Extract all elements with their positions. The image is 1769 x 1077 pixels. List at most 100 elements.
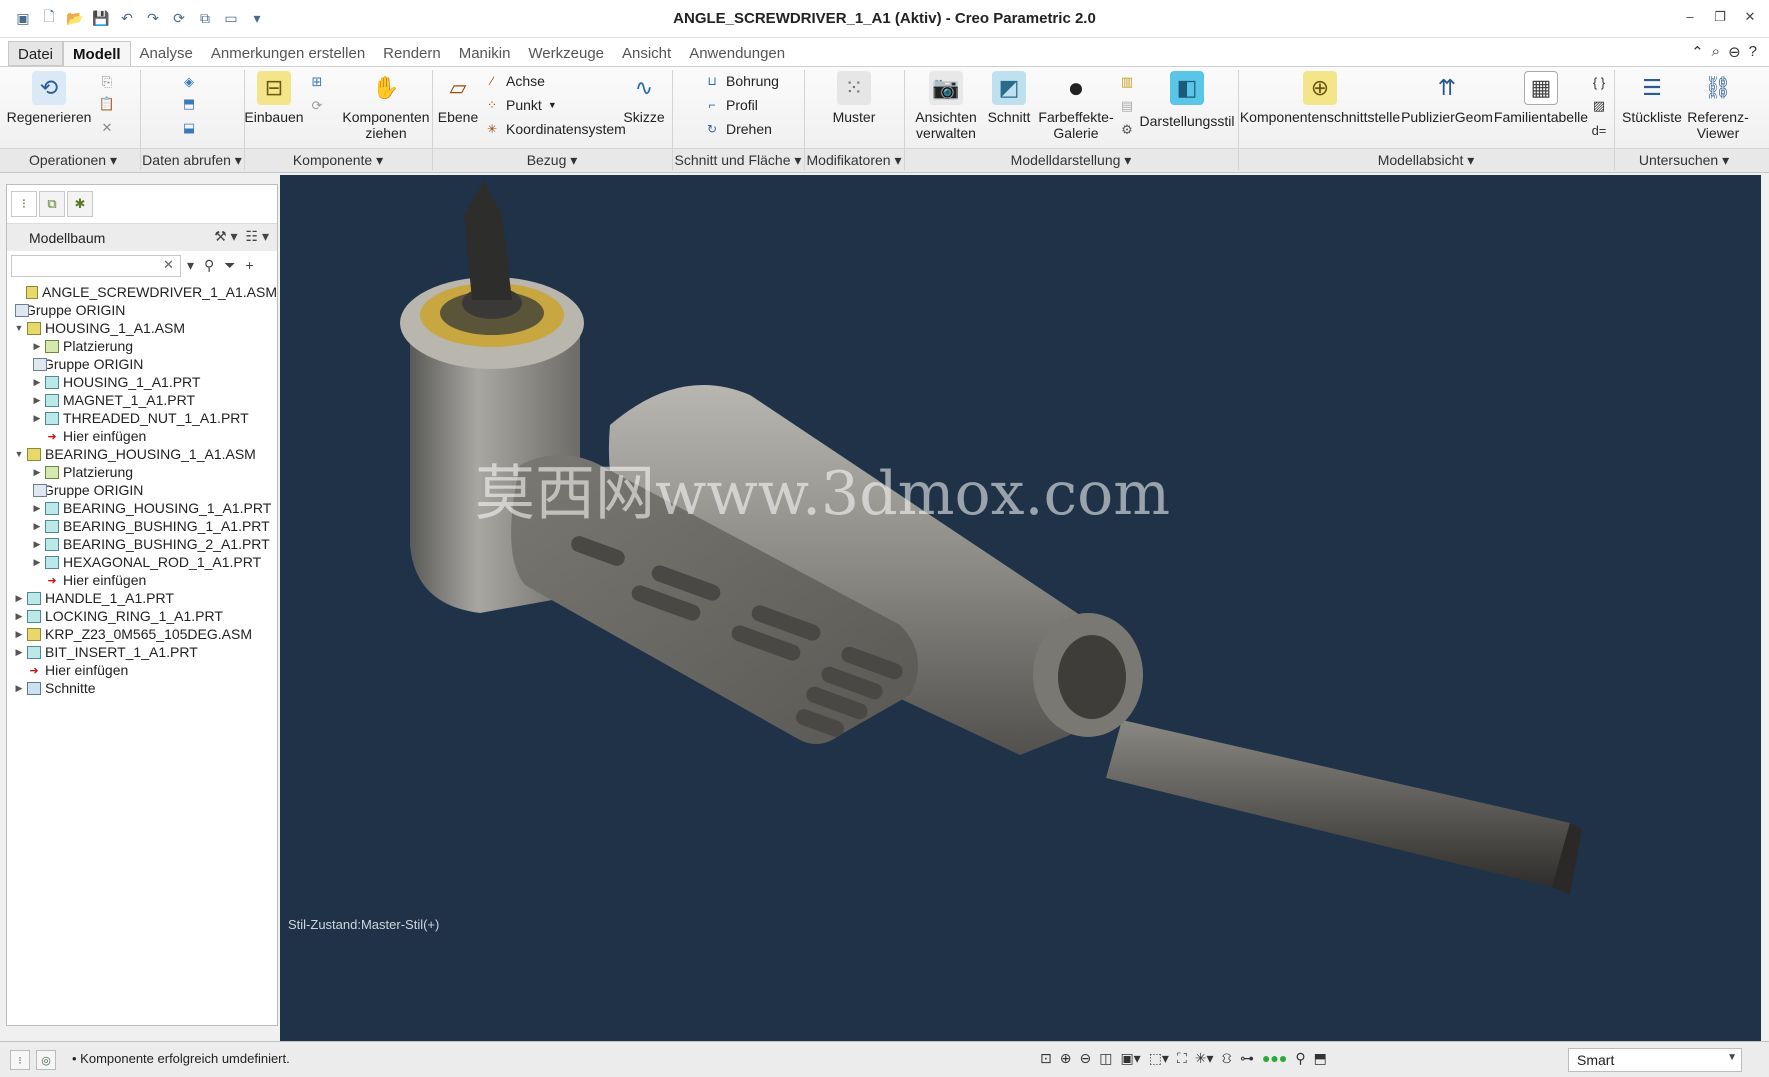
zoom-in-icon[interactable]: ⊕ [1060,1050,1072,1069]
revolve-button[interactable]: ↻ Drehen [704,121,772,137]
copy-icon[interactable]: ⎘ [98,73,116,91]
tab-manikin[interactable]: Manikin [450,41,520,66]
find-icon[interactable]: ⚲ [1295,1050,1305,1069]
expand-icon[interactable]: ▶ [13,611,25,622]
expand-icon[interactable]: ▶ [13,593,25,604]
add-icon[interactable]: + [246,257,254,274]
bill-of-materials-button[interactable]: ☰ Stückliste [1620,71,1684,126]
delete-icon[interactable]: ✕ [98,119,116,137]
tree-node[interactable]: ▼ HOUSING_1_A1.ASM [7,319,277,337]
tree-node[interactable]: ▶ THREADED_NUT_1_A1.PRT [7,409,277,427]
paste-icon[interactable]: 📋 [98,95,116,113]
collapse-ribbon-icon[interactable]: ⌃ [1691,43,1704,61]
pattern-button[interactable]: ⁙ Muster [826,71,882,125]
tree-node[interactable]: ➜ Hier einfügen [7,427,277,445]
binoculars-icon[interactable]: ⚲ [204,257,214,274]
display-3-icon[interactable]: ⚙ [1118,121,1136,139]
collapse-icon[interactable]: ▼ [13,323,25,333]
tab-ansicht[interactable]: Ansicht [613,41,680,66]
annotation-display-icon[interactable]: ⛻ [1222,1050,1232,1069]
group-untersuchen[interactable]: Untersuchen ▾ [1614,152,1754,169]
graphics-viewport[interactable]: 莫西网www.3dmox.com Stil-Zustand:Master-Sti… [280,175,1761,1041]
appearance-gallery-button[interactable]: ● Farbeffekte- Galerie [1038,71,1113,142]
point-button[interactable]: ⁘ Punkt ▼ [484,97,557,113]
tree-node[interactable]: ▶ BEARING_HOUSING_1_A1.PRT [7,499,277,517]
group-modelldarstellung[interactable]: Modelldarstellung ▾ [904,152,1238,169]
tab-rendern[interactable]: Rendern [374,41,450,66]
group-schnitt-flaeche[interactable]: Schnitt und Fläche ▾ [672,152,804,169]
axis-button[interactable]: ⁄ Achse [484,73,545,89]
expand-icon[interactable]: ▶ [31,413,43,424]
filter-icon[interactable]: ⏷ [224,257,235,274]
group-modifikatoren[interactable]: Modifikatoren ▾ [804,152,904,169]
repaint-icon[interactable]: ◫ [1099,1050,1112,1069]
saved-orientation-icon[interactable]: ⬚▾ [1149,1050,1169,1069]
display-2-icon[interactable]: ▤ [1118,97,1136,115]
tab-modell[interactable]: Modell [63,41,131,66]
component-interface-button[interactable]: ⊕ Komponentenschnittstelle [1240,71,1400,125]
tree-node[interactable]: ▶ HANDLE_1_A1.PRT [7,589,277,607]
repeat-icon[interactable]: ⟳ [308,97,326,115]
minimize-icon[interactable]: – [1681,8,1699,26]
expand-icon[interactable]: ▶ [13,629,25,640]
data-get-2-icon[interactable]: ⬒ [180,95,198,113]
tree-node[interactable]: ▶ Platzierung [7,337,277,355]
expand-icon[interactable]: ▶ [13,647,25,658]
display-style-button[interactable]: ◧ Darstellungsstil [1140,71,1234,129]
expand-icon[interactable]: ▶ [31,503,43,514]
expand-icon[interactable]: ▶ [31,557,43,568]
model-tree-tab-icon[interactable]: ⁝ [11,191,37,217]
tree-node[interactable]: ▼ BEARING_HOUSING_1_A1.ASM [7,445,277,463]
tab-anwendungen[interactable]: Anwendungen [680,41,794,66]
tab-datei[interactable]: Datei [8,41,64,66]
tree-node[interactable]: ➜ Hier einfügen [7,661,277,679]
regenerate-button[interactable]: ⟲ Regenerieren [7,71,91,125]
group-daten-abrufen[interactable]: Daten abrufen ▾ [140,152,244,169]
family-table-button[interactable]: ▦ Familientabelle [1494,71,1588,125]
tree-node[interactable]: ANGLE_SCREWDRIVER_1_A1.ASM [7,283,277,301]
tree-node[interactable]: ▶ HOUSING_1_A1.PRT [7,373,277,391]
tab-anmerkungen[interactable]: Anmerkungen erstellen [202,41,374,66]
tree-node[interactable]: ▶ KRP_Z23_0M565_105DEG.ASM [7,625,277,643]
tree-node[interactable]: ▶ HEXAGONAL_ROD_1_A1.PRT [7,553,277,571]
tree-node[interactable]: ▶ MAGNET_1_A1.PRT [7,391,277,409]
group-bezug[interactable]: Bezug ▾ [432,152,672,169]
tree-node[interactable]: ▶ BEARING_BUSHING_1_A1.PRT [7,517,277,535]
expand-icon[interactable]: ▶ [31,467,43,478]
plane-button[interactable]: ▱ Ebene [438,71,478,126]
close-icon[interactable]: ✕ [1741,8,1759,26]
expand-icon[interactable]: ▶ [31,521,43,532]
data-get-3-icon[interactable]: ⬓ [180,119,198,137]
tree-node[interactable]: ▶ Schnitte [7,679,277,697]
datum-display-icon[interactable]: ✳▾ [1195,1050,1214,1069]
collapse-icon[interactable]: ▼ [13,449,25,459]
help-icon[interactable]: ? [1749,43,1757,61]
tree-search-input[interactable] [11,255,181,277]
group-modellabsicht[interactable]: Modellabsicht ▾ [1238,152,1614,169]
tree-node[interactable]: ▶ BIT_INSERT_1_A1.PRT [7,643,277,661]
search-icon[interactable]: ⌕ [1712,43,1720,61]
display-1-icon[interactable]: ▥ [1118,73,1136,91]
expand-icon[interactable]: ▶ [31,341,43,352]
expand-icon[interactable]: ▶ [13,683,25,694]
community-icon[interactable]: ⊖ [1728,43,1741,61]
switch-dimensions-icon[interactable]: ▨ [1590,97,1608,115]
display-style-icon[interactable]: ▣▾ [1120,1050,1140,1069]
settings-icon[interactable]: ⚒ ▾ [214,228,237,245]
refit-icon[interactable]: ⊡ [1040,1050,1052,1069]
show-icon[interactable]: ☷ ▾ [246,228,269,245]
spin-center-icon[interactable]: ⊶ [1240,1050,1254,1069]
hole-button[interactable]: ⊔ Bohrung [704,73,779,89]
selection-icon[interactable]: ⬒ [1314,1050,1327,1069]
folder-browser-tab-icon[interactable]: ⧉ [39,191,65,217]
expand-icon[interactable]: ▶ [31,377,43,388]
clear-search-icon[interactable]: ✕ [163,257,174,273]
tree-node[interactable]: ▶ BEARING_BUSHING_2_A1.PRT [7,535,277,553]
drag-components-button[interactable]: ✋ Komponenten ziehen [342,71,429,142]
section-button[interactable]: ◩ Schnitt [986,71,1032,125]
tree-node[interactable]: ▶ Platzierung [7,463,277,481]
tree-node[interactable]: ➜ Hier einfügen [7,571,277,589]
parameters-icon[interactable]: d= [1590,121,1608,139]
maximize-icon[interactable]: ❐ [1711,8,1729,26]
tree-node[interactable]: ▶Gruppe ORIGIN [7,301,277,319]
